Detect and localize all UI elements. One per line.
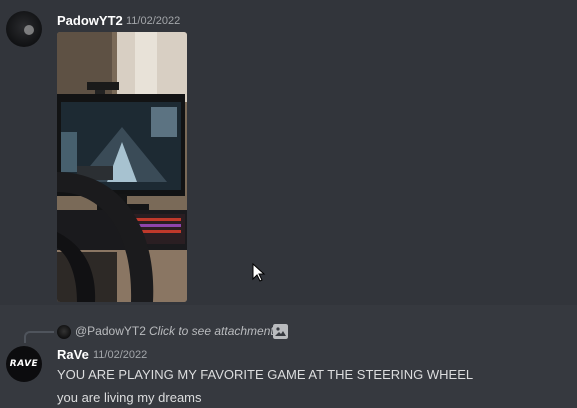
reply-attachment-link[interactable]: Click to see attachment — [149, 324, 274, 338]
message-padowyt2[interactable]: PadowYT2 11/02/2022 — [0, 0, 577, 305]
avatar-logo-text: RAVE — [9, 359, 39, 369]
author-name[interactable]: RaVe — [57, 347, 89, 362]
avatar-highlight — [24, 25, 34, 35]
mouse-cursor-icon — [252, 263, 266, 282]
image-attachment[interactable] — [57, 32, 187, 302]
message-line: you are living my dreams — [57, 390, 202, 405]
dark-profile-avatar[interactable] — [6, 11, 42, 47]
message-line: YOU ARE PLAYING MY FAVORITE GAME AT THE … — [57, 367, 474, 382]
message-timestamp: 11/02/2022 — [93, 349, 148, 361]
reply-author-avatar[interactable] — [57, 325, 71, 339]
reply-connector — [24, 331, 54, 343]
message-timestamp: 11/02/2022 — [126, 15, 181, 27]
author-name[interactable]: PadowYT2 — [57, 13, 123, 28]
image-icon — [273, 324, 288, 339]
rave-logo-avatar[interactable]: RAVE — [6, 346, 42, 382]
reply-mention[interactable]: @PadowYT2 — [75, 324, 146, 338]
